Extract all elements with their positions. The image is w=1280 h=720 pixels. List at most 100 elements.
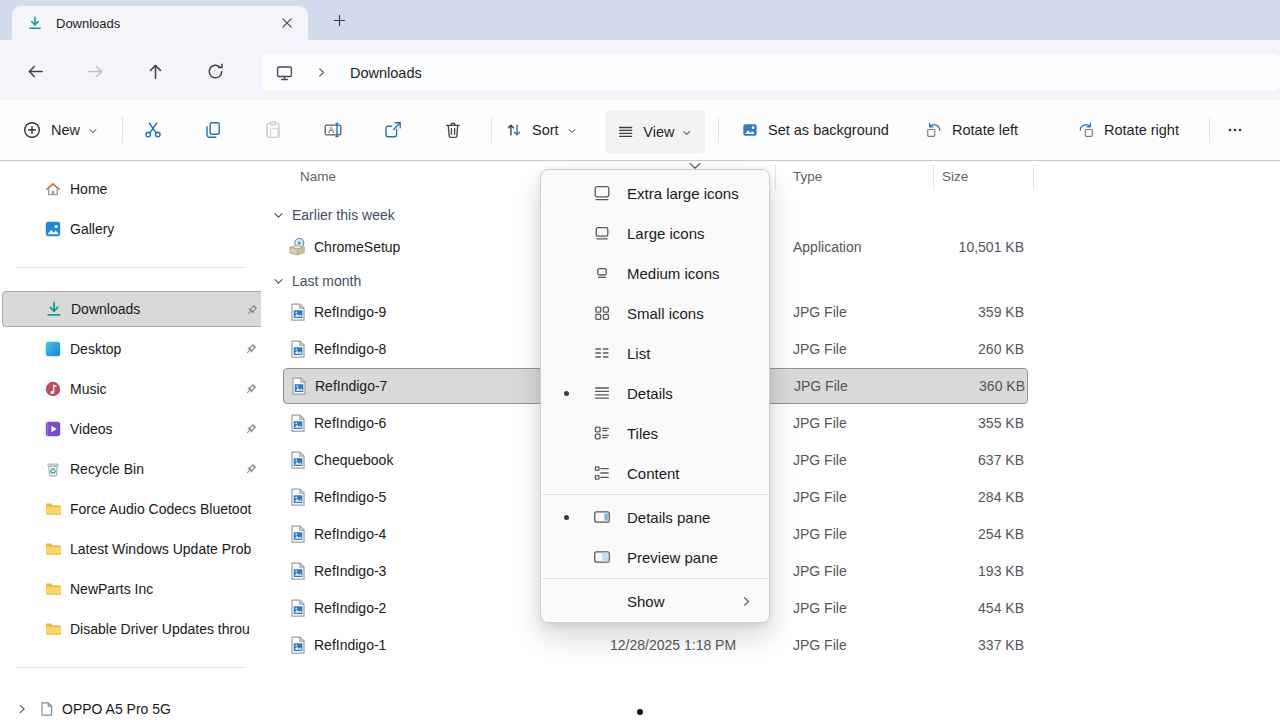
sidebar-item-label: Recycle Bin [70,461,264,477]
device-icon [38,701,54,717]
refresh-button[interactable] [197,53,233,89]
sidebar-item-label: NewParts Inc [70,581,264,597]
share-button[interactable] [371,111,415,149]
view-menu-item-list[interactable]: List [541,333,769,373]
download-icon [27,15,43,31]
file-name: RefIndigo-2 [314,600,386,616]
copy-button[interactable] [191,111,235,149]
menu-divider [542,494,768,495]
extra-large-icons-icon [593,184,611,202]
sidebar-item-downloads[interactable]: Downloads [2,291,264,327]
sort-button-label: Sort [532,122,559,138]
chevron-down-icon [566,125,578,137]
sort-icon [505,121,523,139]
copy-icon [203,120,223,140]
new-button[interactable]: New [22,111,99,149]
more-options-button[interactable] [1215,111,1255,149]
file-name: RefIndigo-9 [314,304,386,320]
view-menu-item-medium-icons[interactable]: Medium icons [541,253,769,293]
jpg-file-icon [288,302,308,322]
more-icon [1226,121,1244,139]
large-icons-icon [593,224,611,242]
sidebar-item-force-audio-codecs-bluetoot[interactable]: Force Audio Codecs Bluetoot [2,491,264,527]
sidebar-item-newparts-inc[interactable]: NewParts Inc [2,571,264,607]
column-header-size[interactable]: Size [942,169,968,184]
sidebar-item-home[interactable]: Home [2,171,264,207]
sidebar-item-gallery[interactable]: Gallery [2,211,264,247]
group-header-last-month[interactable]: Last month [261,266,361,296]
file-type: JPG File [793,637,847,653]
file-explorer-window: Downloads Downloads New A Sort [0,0,1280,720]
toolbar-separator [718,117,719,143]
view-menu-item-small-icons[interactable]: Small icons [541,293,769,333]
sidebar-item-videos[interactable]: Videos [2,411,264,447]
menu-item-label: Details pane [627,509,710,526]
sidebar-item-music[interactable]: Music [2,371,264,407]
file-type: JPG File [793,600,847,616]
group-header-earlier-this-week[interactable]: Earlier this week [261,200,395,230]
sidebar-item-label: Force Audio Codecs Bluetoot [70,501,264,517]
group-collapse-chevron-icon[interactable] [272,275,285,288]
file-row-refindigo-1[interactable]: RefIndigo-112/28/2025 1:18 PMJPG File337… [283,627,1028,663]
address-bar[interactable]: Downloads [262,54,1280,91]
file-size: 260 KB [903,341,1024,357]
menu-item-label: Extra large icons [627,185,739,202]
sidebar-item-label: Videos [70,421,264,437]
column-header-name[interactable]: Name [300,169,336,184]
view-menu-item-details-pane[interactable]: Details pane [541,497,769,537]
cut-button[interactable] [131,111,175,149]
tab-downloads[interactable]: Downloads [12,6,308,40]
rotate-left-button[interactable]: Rotate left [925,111,1018,149]
sidebar-item-latest-windows-update-prob[interactable]: Latest Windows Update Prob [2,531,264,567]
sort-button[interactable]: Sort [505,111,578,149]
rotate-right-icon [1077,121,1095,139]
file-name: RefIndigo-8 [314,341,386,357]
set-as-background-label: Set as background [768,122,889,138]
delete-button[interactable] [431,111,475,149]
back-button[interactable] [17,53,53,89]
file-size: 10,501 KB [903,239,1024,255]
forward-button[interactable] [77,53,113,89]
set-as-background-icon [741,121,759,139]
file-type: JPG File [793,341,847,357]
up-button[interactable] [137,53,173,89]
view-menu-item-tiles[interactable]: Tiles [541,413,769,453]
tab-close-icon[interactable] [279,15,295,31]
folder-icon [44,580,62,598]
chevron-down-icon [681,127,693,139]
svg-text:A: A [328,125,334,135]
sidebar-item-desktop[interactable]: Desktop [2,331,264,367]
breadcrumb-chevron-icon[interactable] [315,66,328,79]
sidebar-divider [16,667,246,668]
sidebar-item-disable-driver-updates-throu[interactable]: Disable Driver Updates throu [2,611,264,647]
menu-item-label: Preview pane [627,549,718,566]
rotate-right-label: Rotate right [1104,122,1179,138]
sidebar-item-oppo-a5-pro-5g[interactable]: OPPO A5 Pro 5G [2,691,264,720]
videos-icon [44,420,62,438]
pin-icon [244,382,258,396]
new-tab-button[interactable] [332,13,347,28]
view-menu-item-large-icons[interactable]: Large icons [541,213,769,253]
group-collapse-chevron-icon[interactable] [272,209,285,222]
plus-circle-icon [22,120,42,140]
view-menu-item-content[interactable]: Content [541,453,769,493]
file-name: RefIndigo-5 [314,489,386,505]
file-date-modified: 12/28/2025 1:18 PM [610,637,736,653]
rename-button[interactable]: A [311,111,355,149]
column-header-type[interactable]: Type [793,169,822,184]
view-menu-item-details[interactable]: Details [541,373,769,413]
set-as-background-button[interactable]: Set as background [741,111,889,149]
details-pane-icon [593,508,611,526]
view-button[interactable]: View [605,110,705,154]
view-menu-item-extra-large-icons[interactable]: Extra large icons [541,173,769,213]
rotate-right-button[interactable]: Rotate right [1077,111,1179,149]
refresh-icon [206,62,225,81]
sidebar-item-label: Disable Driver Updates throu [70,621,264,637]
view-menu-item-preview-pane[interactable]: Preview pane [541,537,769,577]
breadcrumb-location[interactable]: Downloads [350,65,422,81]
sidebar-item-recycle-bin[interactable]: ♻Recycle Bin [2,451,264,487]
cut-icon [143,120,163,140]
expand-chevron-icon[interactable] [15,702,29,716]
view-menu-item-show[interactable]: Show [541,581,769,621]
paste-button[interactable] [251,111,295,149]
